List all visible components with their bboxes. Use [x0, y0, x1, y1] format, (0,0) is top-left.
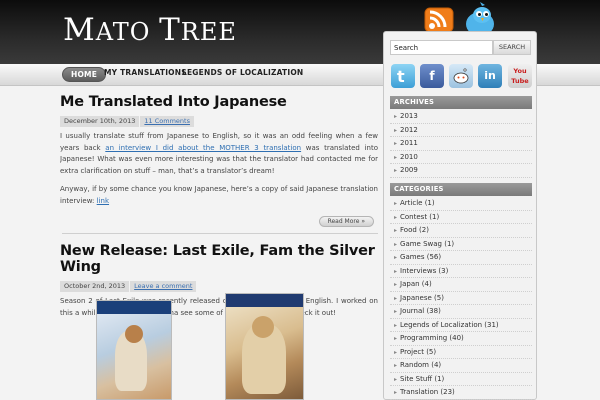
arrow-icon: ▸: [394, 308, 398, 315]
arrow-icon: ▸: [394, 389, 398, 396]
post-divider: [62, 233, 378, 234]
social-links: t f in You Tube: [391, 64, 536, 90]
arrow-icon: ▸: [394, 113, 398, 120]
facebook-icon[interactable]: f: [420, 64, 444, 88]
archive-item[interactable]: ▸ 2009: [390, 164, 532, 178]
category-item[interactable]: ▸ Game Swag (1): [390, 238, 532, 251]
search-input[interactable]: [390, 40, 493, 55]
arrow-icon: ▸: [394, 335, 398, 342]
arrow-icon: ▸: [394, 362, 398, 369]
post-date: December 10th, 2013: [60, 116, 140, 127]
archives-title: ARCHIVES: [390, 96, 532, 109]
category-item[interactable]: ▸ Random (4): [390, 359, 532, 373]
archive-item[interactable]: ▸ 2012: [390, 124, 532, 137]
category-item[interactable]: ▸ Contest (1): [390, 211, 532, 224]
category-item[interactable]: ▸ Legends of Localization (31): [390, 319, 532, 332]
comments-link[interactable]: Leave a comment: [130, 281, 197, 292]
arrow-icon: ▸: [394, 321, 398, 329]
post-title[interactable]: New Release: Last Exile, Fam the Silver …: [60, 243, 378, 275]
svg-text:t: t: [397, 67, 405, 86]
category-item[interactable]: ▸ Japan (4): [390, 278, 532, 292]
archives-list: ▸ 2013 ▸ 2012 ▸ 2011 ▸ 2010 ▸ 2009: [390, 110, 532, 178]
youtube-icon[interactable]: You Tube: [508, 64, 532, 88]
post-title[interactable]: Me Translated Into Japanese: [60, 94, 378, 110]
category-item[interactable]: ▸ Japanese (5): [390, 292, 532, 305]
post-meta: October 2nd, 2013 Leave a comment: [60, 281, 378, 292]
category-item[interactable]: ▸ Programming (40): [390, 332, 532, 346]
translation-link[interactable]: link: [97, 197, 109, 205]
archive-item[interactable]: ▸ 2011: [390, 137, 532, 151]
arrow-icon: ▸: [394, 167, 398, 174]
category-item[interactable]: ▸ Games (56): [390, 251, 532, 265]
archive-item[interactable]: ▸ 2010: [390, 151, 532, 164]
site-title[interactable]: MATO TREE: [63, 12, 237, 48]
main-content: Me Translated Into Japanese December 10t…: [60, 86, 378, 400]
category-item[interactable]: ▸ Translation (23): [390, 386, 532, 400]
arrow-icon: ▸: [394, 227, 398, 234]
category-item[interactable]: ▸ Site Stuff (1): [390, 373, 532, 386]
archive-item[interactable]: ▸ 2013: [390, 110, 532, 124]
twitter-icon[interactable]: t: [391, 64, 415, 88]
arrow-icon: ▸: [394, 348, 398, 356]
nav-legends-of-localization[interactable]: LEGENDS OF LOCALIZATION: [182, 68, 303, 77]
arrow-icon: ▸: [394, 375, 398, 383]
arrow-icon: ▸: [394, 213, 398, 221]
arrow-icon: ▸: [394, 200, 398, 207]
post-date: October 2nd, 2013: [60, 281, 130, 292]
categories-list: ▸ Article (1) ▸ Contest (1) ▸ Food (2) ▸ Gam…: [390, 197, 532, 400]
search-button[interactable]: SEARCH: [493, 40, 531, 55]
comments-link[interactable]: 11 Comments: [140, 116, 194, 127]
arrow-icon: ▸: [394, 281, 398, 288]
arrow-icon: ▸: [394, 294, 398, 302]
post-meta: December 10th, 2013 11 Comments: [60, 116, 378, 127]
sidebar: SEARCH t f in YouTube ARCHIVES ▸2013 ▸20…: [383, 31, 537, 400]
nav-my-translations[interactable]: MY TRANSLATIONS: [104, 68, 187, 77]
category-item[interactable]: ▸ Article (1): [390, 197, 532, 211]
bluray-box-image: [225, 293, 304, 400]
category-item[interactable]: ▸ Food (2): [390, 224, 532, 238]
arrow-icon: ▸: [394, 140, 398, 147]
post-paragraph: I usually translate stuff from Japanese …: [60, 132, 378, 175]
dvd-box-image: [96, 300, 172, 400]
categories-title: CATEGORIES: [390, 183, 532, 196]
arrow-icon: ▸: [394, 240, 398, 248]
post-paragraph: Anyway, if by some chance you know Japan…: [60, 185, 378, 205]
nav-home[interactable]: HOME: [62, 67, 107, 82]
linkedin-icon[interactable]: in: [478, 64, 502, 88]
post: Me Translated Into Japanese December 10t…: [60, 94, 378, 227]
arrow-icon: ▸: [394, 126, 398, 134]
arrow-icon: ▸: [394, 254, 398, 261]
category-item[interactable]: ▸ Interviews (3): [390, 265, 532, 278]
category-item[interactable]: ▸ Journal (38): [390, 305, 532, 319]
arrow-icon: ▸: [394, 267, 398, 275]
reddit-icon[interactable]: [449, 64, 473, 88]
read-more-button[interactable]: Read More »: [318, 216, 374, 227]
interview-link[interactable]: an interview I did about the MOTHER 3 tr…: [105, 144, 301, 152]
category-item[interactable]: ▸ Project (5): [390, 346, 532, 359]
arrow-icon: ▸: [394, 153, 398, 161]
